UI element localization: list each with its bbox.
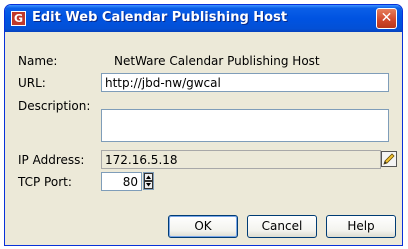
url-field[interactable]: http://jbd-nw/gwcal (101, 73, 389, 92)
ip-address-label: IP Address: (18, 153, 85, 167)
pencil-icon[interactable] (381, 151, 397, 167)
description-field[interactable] (101, 109, 389, 142)
url-label: URL: (18, 76, 46, 90)
description-label: Description: (18, 99, 91, 113)
tcp-port-label: TCP Port: (18, 175, 72, 189)
help-button[interactable]: Help (326, 215, 396, 238)
dialog-window: G Edit Web Calendar Publishing Host ✕ Na… (4, 4, 403, 246)
ip-address-field: 172.16.5.18 (101, 150, 381, 169)
app-icon: G (11, 11, 26, 26)
ok-button[interactable]: OK (168, 215, 238, 238)
close-button[interactable]: ✕ (376, 8, 397, 29)
title-bar[interactable]: G Edit Web Calendar Publishing Host ✕ (5, 5, 402, 32)
name-value: NetWare Calendar Publishing Host (114, 54, 320, 68)
cancel-button[interactable]: Cancel (247, 215, 317, 238)
tcp-port-field[interactable]: 80 (101, 172, 142, 191)
name-label: Name: (18, 54, 58, 68)
window-title: Edit Web Calendar Publishing Host (32, 10, 288, 25)
spin-up-down-icon[interactable] (143, 172, 154, 190)
